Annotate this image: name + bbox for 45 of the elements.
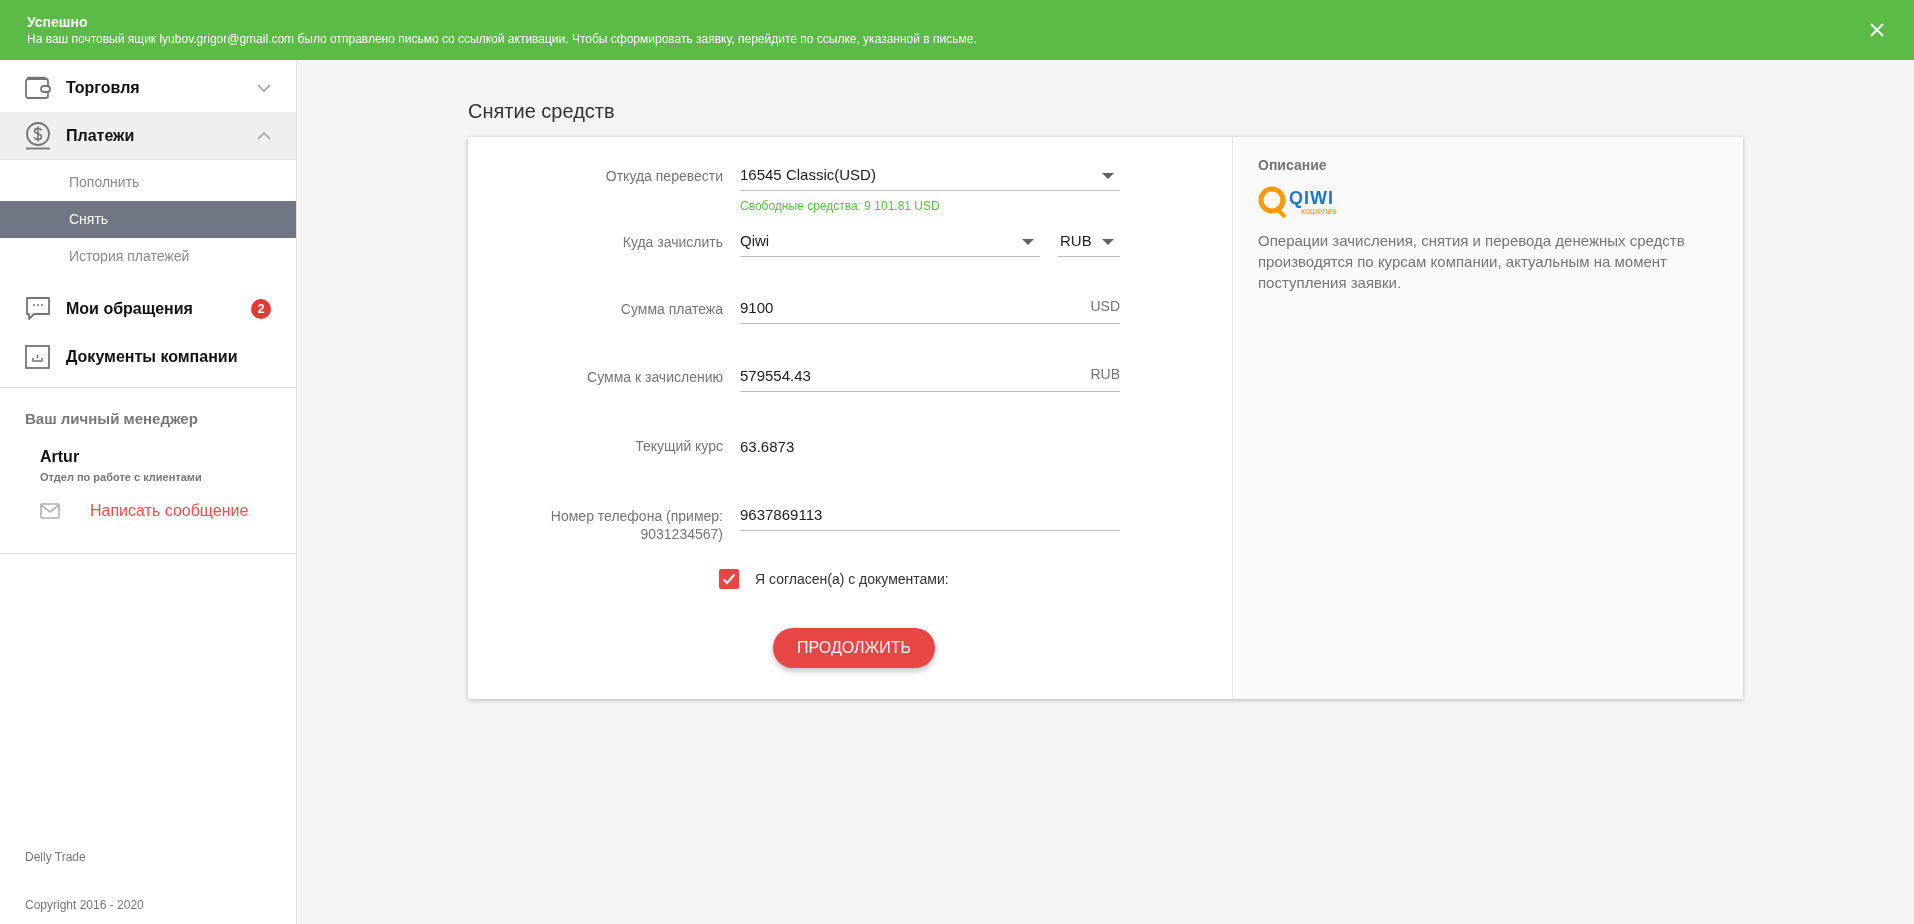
footer-text: Copyright 2016 - 2020 xyxy=(25,897,145,914)
available-funds-hint: Свободные средства: 9 101.81 USD xyxy=(740,198,941,215)
manager-name: Artur xyxy=(40,446,81,467)
method-select[interactable]: Qiwi xyxy=(740,227,1040,257)
envelope-icon xyxy=(40,503,60,519)
input-field[interactable]: 9637869113 xyxy=(740,500,1120,531)
submenu-item[interactable]: Снять xyxy=(0,201,296,238)
description-title: Описание xyxy=(1258,156,1328,175)
field-label: Куда зачислить xyxy=(622,233,723,251)
dollar-coin-icon xyxy=(25,121,51,150)
chat-bubble-icon xyxy=(25,296,51,322)
account-select[interactable]: 16545 Classic(USD) xyxy=(740,161,1120,191)
write-message-link[interactable]: Написать сообщение xyxy=(90,499,249,523)
page-title: Снятие средств xyxy=(468,99,616,124)
field-label: Текущий курс xyxy=(635,437,723,455)
dropdown-caret-icon xyxy=(1102,238,1114,245)
wallet-icon xyxy=(25,76,51,100)
currency-select[interactable]: RUB xyxy=(1058,227,1120,257)
tray-icon xyxy=(25,345,51,369)
chevron-up-icon xyxy=(257,131,271,140)
notification-badge: 2 xyxy=(251,299,271,319)
footer-text: Delly Trade xyxy=(25,849,87,866)
input-field[interactable]: 579554.43 RUB xyxy=(740,362,1120,392)
agreement-label: Я согласен(а) с документами: xyxy=(755,569,949,589)
submenu-item[interactable]: Пополнить xyxy=(0,164,296,201)
banner-message: На ваш почтовый ящик lyubov.grigor@gmail.com было отправлено письмо со ссылкой активации. Чтобы сформировать заявку, перейдите по ссылке, указанной в письме. xyxy=(27,30,977,48)
field-label: Сумма платежа xyxy=(620,300,723,318)
description-text: Операции зачисления, снятия и перевода денежных средств производятся по курсам компании, актуальным на момент поступления заявки. xyxy=(1258,231,1686,293)
input-field[interactable]: 9100 USD xyxy=(740,294,1120,324)
manager-heading: Ваш личный менеджер xyxy=(25,409,199,429)
manager-department: Отдел по работе с клиентами xyxy=(40,469,203,485)
field-label: Откуда перевести xyxy=(605,167,723,185)
agreement-checkbox[interactable] xyxy=(719,569,739,589)
dropdown-caret-icon xyxy=(1102,172,1114,179)
continue-button[interactable]: ПРОДОЛЖИТЬ xyxy=(773,627,936,668)
exchange-rate-value: 63.6873 xyxy=(740,437,796,457)
submenu-item[interactable]: История платежей xyxy=(0,238,296,275)
dropdown-caret-icon xyxy=(1022,238,1034,245)
sidebar-item[interactable]: Платежи xyxy=(0,112,296,160)
field-label: Сумма к зачислению xyxy=(587,368,723,386)
banner-title: Успешно xyxy=(27,12,89,31)
close-icon xyxy=(1870,23,1884,37)
field-label: Номер телефона (пример: 9031234567) xyxy=(549,506,723,543)
qiwi-logo: QIWI кошелек xyxy=(1258,184,1337,220)
chevron-down-icon xyxy=(257,84,271,92)
